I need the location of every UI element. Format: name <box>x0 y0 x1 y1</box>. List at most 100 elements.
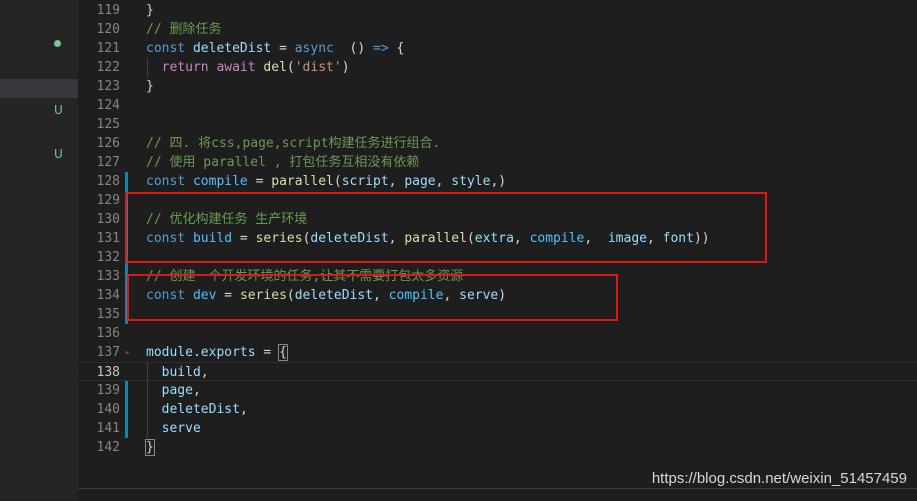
line-number: 139 <box>96 383 120 398</box>
code-token: script <box>341 174 389 189</box>
code-token: , <box>239 402 248 417</box>
line-number: 132 <box>96 250 120 265</box>
code-text: page, <box>146 381 201 400</box>
git-change-bar[interactable] <box>125 419 128 438</box>
line-number: 127 <box>96 155 120 170</box>
watermark-text: https://blog.csdn.net/weixin_51457459 <box>651 470 907 487</box>
code-token: 'dist' <box>294 60 342 75</box>
git-change-bar[interactable] <box>125 172 128 191</box>
code-token: module <box>146 345 193 360</box>
code-line[interactable]: 122 return await del('dist') <box>78 58 917 77</box>
line-number: 134 <box>96 288 120 303</box>
code-token: ,) <box>490 174 507 189</box>
code-token: = <box>255 345 280 360</box>
code-line[interactable]: 123} <box>78 77 917 96</box>
code-text: } <box>146 1 154 20</box>
code-token: . <box>192 345 201 360</box>
code-token: del <box>263 60 287 75</box>
modified-dot-icon <box>54 40 61 47</box>
line-number: 130 <box>96 212 120 227</box>
code-line[interactable]: 142} <box>78 438 917 457</box>
line-number: 120 <box>96 22 120 37</box>
code-text: build, <box>146 363 209 382</box>
code-token: const <box>146 41 193 56</box>
code-token: , <box>192 383 201 398</box>
line-number: 126 <box>96 136 120 151</box>
code-text: return await del('dist') <box>146 58 350 77</box>
code-line[interactable]: 120 // 删除任务 <box>78 20 917 39</box>
code-token: await <box>216 60 256 75</box>
code-line[interactable]: 127 // 使用 parallel , 打包任务互相没有依赖 <box>78 153 917 172</box>
code-line[interactable]: 121 const deleteDist = async () => { <box>78 39 917 58</box>
code-line[interactable]: 136 <box>78 324 917 343</box>
code-token: return <box>161 60 209 75</box>
untracked-status: U <box>54 103 63 117</box>
code-token: } <box>146 3 154 18</box>
code-token: { <box>388 41 405 56</box>
line-number: 135 <box>96 307 120 322</box>
line-number: 136 <box>96 326 120 341</box>
code-token: deleteDist <box>192 41 272 56</box>
line-number: 119 <box>96 3 120 18</box>
code-token: deleteDist <box>161 402 240 417</box>
code-text: // 使用 parallel , 打包任务互相没有依赖 <box>146 153 419 172</box>
code-text: // 删除任务 <box>146 20 221 39</box>
code-token: ( <box>286 60 295 75</box>
code-line[interactable]: 139 page, <box>78 381 917 400</box>
code-token: , <box>388 174 405 189</box>
code-token: page <box>161 383 193 398</box>
code-token: const <box>146 174 193 189</box>
code-line[interactable]: 128 const compile = parallel(script, page… <box>78 172 917 191</box>
code-line[interactable]: 119} <box>78 1 917 20</box>
highlight-box-build <box>125 192 767 263</box>
code-token: } <box>145 439 155 456</box>
line-number: 124 <box>96 98 120 113</box>
code-line[interactable]: 137 ▸ module.exports = { <box>78 343 917 362</box>
code-token: compile <box>192 174 248 189</box>
deleted-line-marker-icon[interactable]: ▸ <box>125 344 130 363</box>
code-token: // 四. 将css,page,script构建任务进行组合. <box>146 136 441 151</box>
code-token: , <box>200 365 209 380</box>
line-number: 133 <box>96 269 120 284</box>
explorer-row[interactable] <box>0 35 78 54</box>
explorer-row[interactable]: U <box>0 146 78 165</box>
code-token: style <box>451 174 491 189</box>
code-token: { <box>278 344 288 361</box>
code-line[interactable]: 125 <box>78 115 917 134</box>
code-token: serve <box>161 421 201 436</box>
code-token: ) <box>341 60 350 75</box>
code-text: } <box>146 77 154 96</box>
explorer-row-selected[interactable] <box>0 79 78 98</box>
code-token: parallel <box>271 174 334 189</box>
explorer-row[interactable]: U <box>0 102 78 121</box>
editor-bottom-border <box>78 488 917 501</box>
code-text: deleteDist, <box>146 400 248 419</box>
code-line[interactable]: 126 // 四. 将css,page,script构建任务进行组合. <box>78 134 917 153</box>
code-text: module.exports = { <box>146 343 288 362</box>
code-token: page <box>404 174 436 189</box>
code-token: => <box>373 41 389 56</box>
git-change-bar[interactable] <box>125 381 128 400</box>
git-change-bar[interactable] <box>125 400 128 419</box>
code-token: , <box>435 174 452 189</box>
line-number: 125 <box>96 117 120 132</box>
code-line[interactable]: 140 deleteDist, <box>78 400 917 419</box>
code-token: = <box>247 174 272 189</box>
code-text: serve <box>146 419 201 438</box>
line-number: 129 <box>96 193 120 208</box>
line-number: 128 <box>96 174 120 189</box>
code-line[interactable]: 124 <box>78 96 917 115</box>
code-line[interactable]: 141 serve <box>78 419 917 438</box>
code-token: // 删除任务 <box>146 22 222 37</box>
code-line[interactable]: 138 build, <box>78 362 917 382</box>
highlight-box-dev <box>127 274 618 321</box>
line-number: 122 <box>96 60 120 75</box>
code-token: () <box>333 41 374 56</box>
code-token: exports <box>200 345 256 360</box>
code-token: build <box>161 365 201 380</box>
